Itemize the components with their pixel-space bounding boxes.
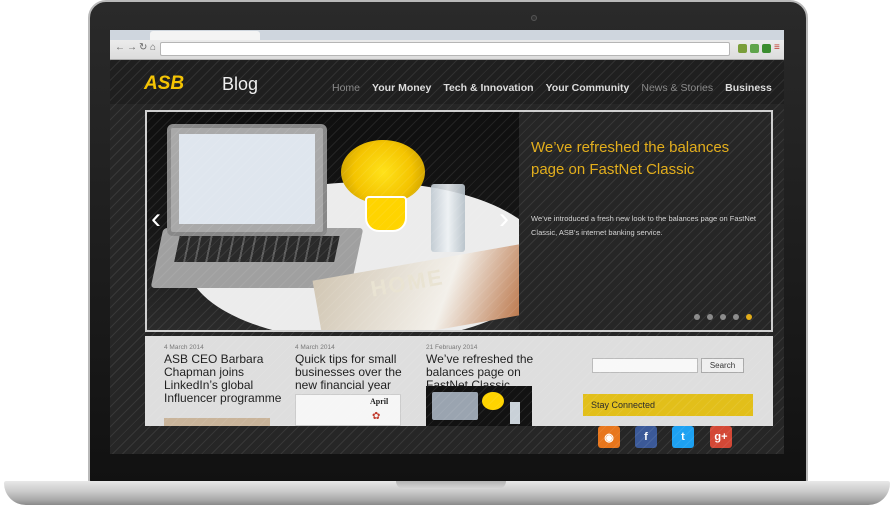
reload-icon[interactable]: ↻ — [139, 43, 147, 53]
nav-home[interactable]: Home — [332, 82, 360, 96]
hero-description: We’ve introduced a fresh new look to the… — [531, 214, 756, 237]
address-bar[interactable] — [160, 42, 730, 56]
blog-page: ASB Blog Home Your Money Tech & Innovati… — [110, 60, 784, 454]
back-icon[interactable]: ← — [115, 43, 125, 53]
nav-your-community[interactable]: Your Community — [546, 82, 630, 96]
keys-shape — [174, 236, 340, 262]
nav-tech-innovation[interactable]: Tech & Innovation — [443, 82, 533, 96]
post-thumbnail[interactable] — [426, 386, 532, 426]
thumb-glass-shape — [510, 402, 520, 424]
post-date: 21 February 2014 — [426, 344, 478, 351]
stay-connected-heading: Stay Connected — [583, 394, 753, 416]
home-icon[interactable]: ⌂ — [150, 43, 156, 53]
post-title[interactable]: Quick tips for small businesses over the… — [295, 353, 419, 392]
chevron-right-icon[interactable]: › — [499, 204, 509, 234]
vase-shape — [365, 196, 407, 232]
post-title[interactable]: ASB CEO Barbara Chapman joins LinkedIn’s… — [164, 353, 288, 405]
google-plus-glyph: g+ — [714, 431, 728, 443]
posts-section: 4 March 2014 ASB CEO Barbara Chapman joi… — [145, 336, 773, 448]
photo-laptop-screen — [179, 134, 315, 224]
tab-strip — [110, 30, 784, 40]
post-thumbnail[interactable] — [164, 418, 270, 426]
google-plus-icon[interactable]: g+ — [710, 426, 732, 448]
photo-laptop-shape — [167, 124, 327, 236]
post-card[interactable]: 4 March 2014 Quick tips for small busine… — [295, 344, 419, 392]
logo-blog-label: Blog — [222, 74, 259, 94]
facebook-icon[interactable]: f — [635, 426, 657, 448]
post-date: 4 March 2014 — [295, 344, 335, 351]
hero-caption: We’ve refreshed the balances page on Fas… — [519, 112, 771, 330]
slide-dots — [694, 314, 752, 320]
thumb-flowers-shape — [482, 392, 504, 410]
search-button[interactable]: Search — [701, 358, 744, 373]
post-date: 4 March 2014 — [164, 344, 204, 351]
twitter-glyph: t — [681, 431, 685, 443]
flowers-shape — [341, 140, 425, 204]
extension-icon[interactable] — [750, 44, 759, 53]
forward-icon[interactable]: → — [127, 43, 137, 53]
calendar-mark-icon: ✿ — [372, 411, 381, 422]
slide-dot[interactable] — [707, 314, 713, 320]
asb-logo[interactable]: ASB — [144, 73, 184, 95]
thumb-laptop-shape — [432, 392, 478, 420]
glass-shape — [431, 184, 465, 252]
extension-icon[interactable] — [738, 44, 747, 53]
twitter-icon[interactable]: t — [672, 426, 694, 448]
hero-title[interactable]: We’ve refreshed the balances page on Fas… — [531, 137, 761, 181]
hero-slider: HOME ‹ › We’ve refreshed the balances pa… — [145, 110, 773, 332]
slide-dot-active[interactable] — [746, 314, 752, 320]
camera-icon — [531, 15, 537, 21]
nav-news-stories[interactable]: News & Stories — [641, 82, 713, 96]
rss-glyph: ◉ — [604, 431, 614, 444]
hero-image[interactable]: HOME ‹ › — [147, 112, 519, 330]
nav-your-money[interactable]: Your Money — [372, 82, 431, 96]
chevron-left-icon[interactable]: ‹ — [151, 204, 161, 234]
slide-dot[interactable] — [733, 314, 739, 320]
browser-screen: ← → ↻ ⌂ ≡ ASB Blog Home Your Money Tech … — [110, 30, 784, 454]
facebook-glyph: f — [644, 431, 648, 443]
slide-dot[interactable] — [694, 314, 700, 320]
calendar-month-label: April — [370, 397, 389, 406]
browser-tab[interactable] — [150, 31, 260, 40]
main-nav: Home Your Money Tech & Innovation Your C… — [332, 82, 784, 96]
extension-icon[interactable] — [762, 44, 771, 53]
post-thumbnail[interactable]: April ✿ — [295, 394, 401, 426]
nav-business[interactable]: Business — [725, 82, 772, 96]
menu-icon[interactable]: ≡ — [774, 43, 780, 53]
search-input[interactable] — [592, 358, 698, 373]
rss-icon[interactable]: ◉ — [598, 426, 620, 448]
post-card[interactable]: 4 March 2014 ASB CEO Barbara Chapman joi… — [164, 344, 288, 405]
site-header: ASB Blog Home Your Money Tech & Innovati… — [110, 60, 784, 104]
post-card[interactable]: 21 February 2014 We’ve refreshed the bal… — [426, 344, 550, 392]
browser-toolbar: ← → ↻ ⌂ ≡ — [110, 30, 784, 60]
laptop-notch — [396, 481, 506, 489]
laptop-base — [4, 481, 890, 505]
slide-dot[interactable] — [720, 314, 726, 320]
magazine-title: HOME — [368, 264, 446, 302]
